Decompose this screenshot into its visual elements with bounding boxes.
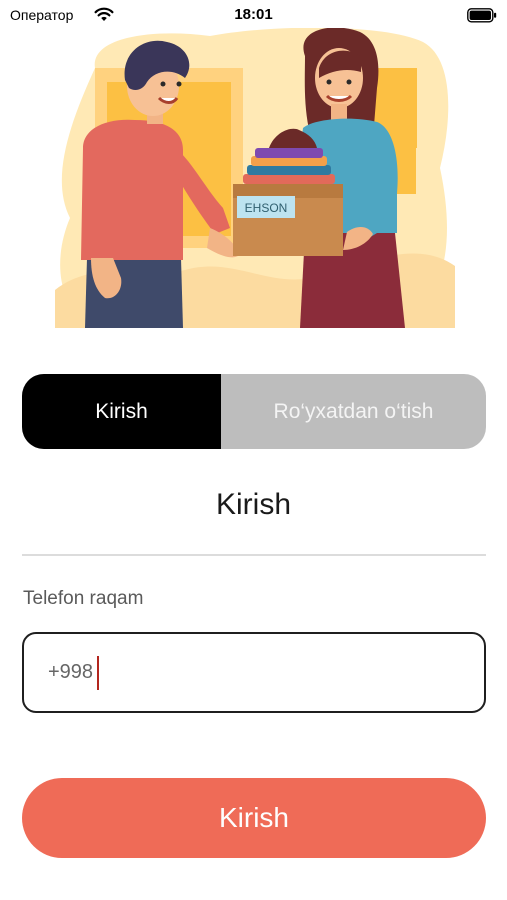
- phone-input[interactable]: +998: [22, 632, 486, 713]
- tab-register[interactable]: Ro‘yxatdan o‘tish: [221, 374, 486, 449]
- hero-illustration: EHSON: [55, 28, 455, 328]
- box-label: EHSON: [245, 201, 288, 215]
- login-button[interactable]: Kirish: [22, 778, 486, 858]
- auth-mode-switch: Kirish Ro‘yxatdan o‘tish: [22, 374, 486, 449]
- status-time: 18:01: [234, 6, 273, 23]
- donation-illustration: EHSON: [55, 28, 455, 328]
- divider: [22, 554, 486, 556]
- page-title: Kirish: [215, 488, 291, 521]
- text-cursor: [97, 655, 100, 690]
- battery-icon: [467, 8, 497, 23]
- phone-label: Telefon raqam: [23, 588, 144, 609]
- tab-login[interactable]: Kirish: [22, 374, 221, 449]
- status-bar: Оператор 18:01: [0, 0, 507, 30]
- phone-prefix: +998: [48, 661, 94, 683]
